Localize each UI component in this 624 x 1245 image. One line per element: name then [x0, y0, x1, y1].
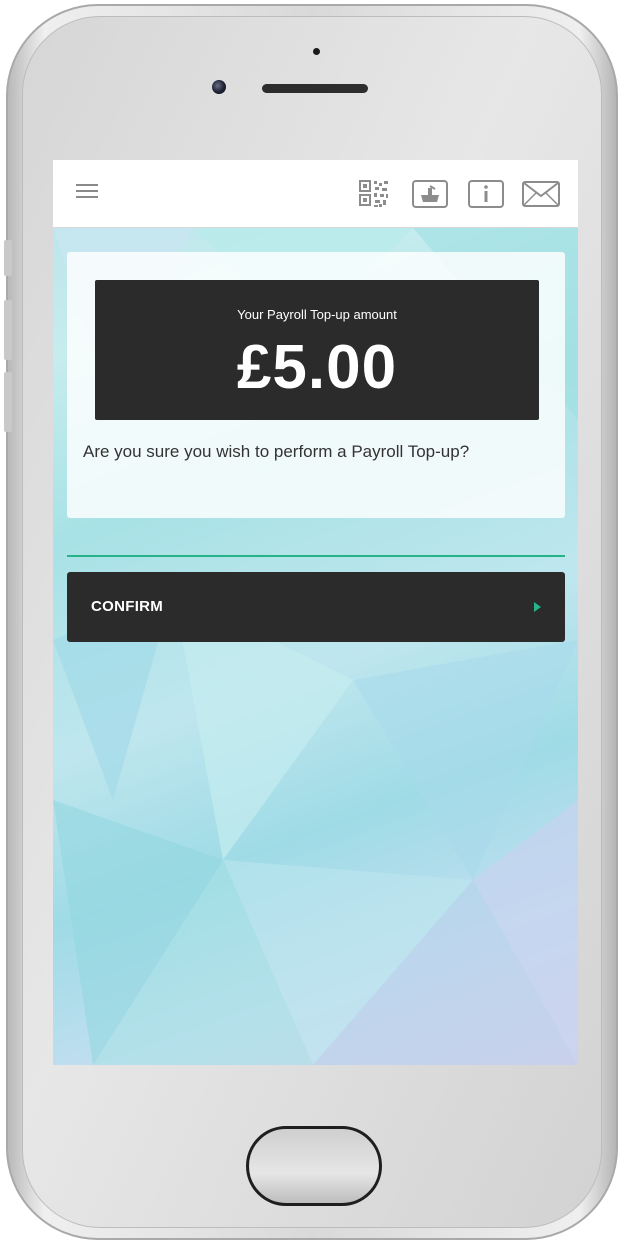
earpiece-speaker	[262, 84, 368, 93]
amount-value: £5.00	[236, 333, 398, 402]
mail-icon[interactable]	[521, 178, 561, 210]
confirm-label: CONFIRM	[91, 598, 164, 615]
home-button[interactable]	[246, 1126, 382, 1206]
phone-side-button-volume-down	[4, 372, 12, 432]
amount-label: Your Payroll Top-up amount	[237, 307, 397, 322]
confirm-button[interactable]: CONFIRM	[67, 572, 565, 642]
confirmation-question: Are you sure you wish to perform a Payro…	[83, 442, 470, 461]
accent-divider	[67, 555, 565, 557]
hamburger-menu-icon[interactable]	[76, 180, 102, 206]
amount-panel: Your Payroll Top-up amount £5.00	[95, 280, 539, 420]
app-screen: Your Payroll Top-up amount £5.00 Are you…	[53, 160, 578, 1065]
chevron-right-icon	[534, 602, 541, 612]
phone-side-button-volume-up	[4, 300, 12, 360]
front-camera	[212, 80, 226, 94]
phone-side-button-top	[4, 240, 12, 276]
proximity-sensor	[313, 48, 320, 55]
app-header	[53, 160, 578, 228]
topup-confirmation-card: Your Payroll Top-up amount £5.00 Are you…	[67, 252, 565, 518]
qr-code-icon[interactable]	[359, 178, 391, 210]
info-icon[interactable]	[467, 178, 505, 210]
card-reader-icon[interactable]	[411, 178, 449, 210]
